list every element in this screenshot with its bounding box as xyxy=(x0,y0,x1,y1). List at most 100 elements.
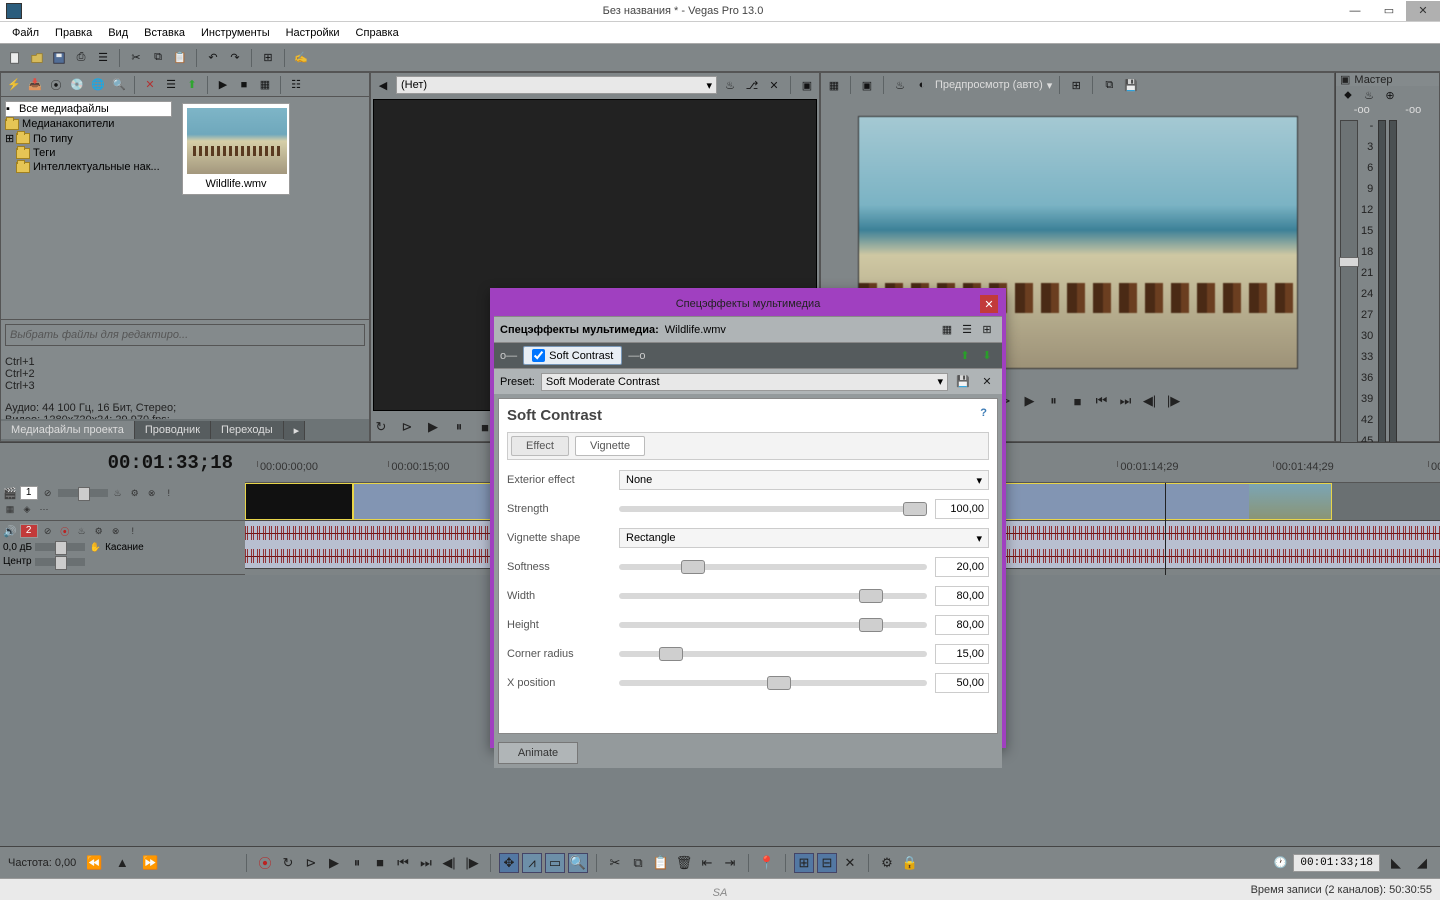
more-icon[interactable]: ⋯ xyxy=(37,502,51,516)
pm-search-icon[interactable]: 🔍 xyxy=(110,76,128,94)
rec-arm-icon[interactable]: ⦿ xyxy=(58,524,72,538)
video-track-header[interactable]: 🎬1 ⊘ ♨ ⚙ ⊗ ! ▦ ◈ ⋯ xyxy=(0,483,245,521)
delete-preset-icon[interactable]: ✕ xyxy=(978,373,996,391)
tc-left-icon[interactable]: ◣ xyxy=(1386,853,1406,873)
fx-dialog[interactable]: Спецэффекты мультимедиа ✕ Спецэффекты му… xyxy=(490,288,1006,748)
view-mode-icon[interactable]: ⊞ xyxy=(978,321,996,339)
trim-start-icon[interactable]: ⇤ xyxy=(697,853,717,873)
pv-goend-icon[interactable]: ⏭ xyxy=(1116,391,1136,411)
snap-enable-icon[interactable]: ⊞ xyxy=(794,853,814,873)
menu-insert[interactable]: Вставка xyxy=(136,25,193,41)
pv-pause-icon[interactable]: ⏸ xyxy=(1044,391,1064,411)
timeline-timecode[interactable]: 00:01:33;18 xyxy=(0,443,245,483)
plugin-chip[interactable]: Soft Contrast xyxy=(523,346,622,365)
tree-item[interactable]: Медианакопители xyxy=(5,117,172,131)
trim-split-icon[interactable]: ⎇ xyxy=(743,76,761,94)
height-value[interactable] xyxy=(935,615,989,635)
pause-button[interactable]: ⏸ xyxy=(347,853,367,873)
prev-split-icon[interactable]: ◐ xyxy=(913,76,931,94)
bypass-icon[interactable]: ⊘ xyxy=(41,524,55,538)
pm-bolt-icon[interactable]: ⚡ xyxy=(5,76,23,94)
softness-value[interactable] xyxy=(935,557,989,577)
audio-track-header[interactable]: 🔊2 ⊘ ⦿ ♨ ⚙ ⊗ ! 0,0 дБ ✋ Касание Центр xyxy=(0,521,245,575)
tab-more[interactable]: ▸ xyxy=(284,421,305,440)
snap-grid-icon[interactable]: ⊟ xyxy=(817,853,837,873)
shape-combo[interactable]: Rectangle▾ xyxy=(619,528,989,548)
pm-import-icon[interactable]: 📥 xyxy=(26,76,44,94)
pm-mode-icon[interactable]: ☷ xyxy=(287,76,305,94)
vol-slider[interactable] xyxy=(35,543,85,551)
prev-frame-button[interactable]: ◀| xyxy=(439,853,459,873)
tab-project-media[interactable]: Медиафайлы проекта xyxy=(1,421,135,439)
master-icon2[interactable]: ♨ xyxy=(1360,86,1378,104)
dialog-title-bar[interactable]: Спецэффекты мультимедиа ✕ xyxy=(494,292,1002,316)
trim-prev-icon[interactable]: ◀ xyxy=(374,76,392,94)
copy-tool-icon[interactable]: ⧉ xyxy=(628,853,648,873)
lock-env-icon[interactable]: 🔒 xyxy=(900,853,920,873)
menu-file[interactable]: Файл xyxy=(4,25,47,41)
next-frame-button[interactable]: |▶ xyxy=(462,853,482,873)
trim-playstart-icon[interactable]: ⊳ xyxy=(397,417,417,437)
auto-icon[interactable]: ⚙ xyxy=(92,524,106,538)
minimize-button[interactable]: — xyxy=(1338,1,1372,21)
tree-item[interactable]: ⊞По типу xyxy=(5,131,172,146)
cut-tool-icon[interactable]: ✂ xyxy=(605,853,625,873)
close-button[interactable]: ✕ xyxy=(1406,1,1440,21)
prev-save-icon[interactable]: 💾 xyxy=(1122,76,1140,94)
fx-icon[interactable]: ♨ xyxy=(111,486,125,500)
pv-play-icon[interactable]: ▶ xyxy=(1020,391,1040,411)
height-slider[interactable] xyxy=(619,622,927,628)
autoripple-icon[interactable]: ⚙ xyxy=(877,853,897,873)
save-preset-icon[interactable]: 💾 xyxy=(954,373,972,391)
marker-icon[interactable]: 📍 xyxy=(757,853,777,873)
track-level-slider[interactable] xyxy=(58,489,108,497)
paste-icon[interactable]: 📋 xyxy=(171,49,189,67)
trim-loop-icon[interactable]: ↻ xyxy=(371,417,391,437)
trim-pause-icon[interactable]: ⏸ xyxy=(449,417,469,437)
master-icon1[interactable]: ⬥ xyxy=(1339,86,1357,104)
tab-effect[interactable]: Effect xyxy=(511,436,569,456)
master-icon3[interactable]: ⊕ xyxy=(1381,86,1399,104)
pm-capture-icon[interactable]: ⦿ xyxy=(47,76,65,94)
motion-icon[interactable]: ◈ xyxy=(20,502,34,516)
help-icon[interactable]: ? xyxy=(980,407,987,419)
media-thumb[interactable]: Wildlife.wmv xyxy=(182,103,290,195)
compositing-icon[interactable]: ▦ xyxy=(3,502,17,516)
mute-icon[interactable]: ⊗ xyxy=(109,524,123,538)
trim-combo[interactable]: (Нет)▾ xyxy=(396,76,717,94)
pm-edit-hint[interactable]: Выбрать файлы для редактиро... xyxy=(5,324,365,346)
pv-gostart-icon[interactable]: ⏮ xyxy=(1092,391,1112,411)
stop-button[interactable]: ■ xyxy=(370,853,390,873)
menu-tools[interactable]: Инструменты xyxy=(193,25,278,41)
video-clip[interactable] xyxy=(245,483,353,520)
trim-ext-icon[interactable]: ▣ xyxy=(798,76,816,94)
prev-fx-icon[interactable]: ♨ xyxy=(891,76,909,94)
preset-combo[interactable]: Soft Moderate Contrast▾ xyxy=(541,373,948,391)
menu-view[interactable]: Вид xyxy=(100,25,136,41)
tree-all-media[interactable]: ▪Все медиафайлы xyxy=(5,101,172,117)
snap-icon[interactable]: ⊞ xyxy=(259,49,277,67)
prev-quality[interactable]: Предпросмотр (авто) xyxy=(935,79,1043,91)
solo-icon[interactable]: ! xyxy=(126,524,140,538)
add-plugin-icon[interactable]: ⬆ xyxy=(956,347,974,365)
strength-slider[interactable] xyxy=(619,506,927,512)
pm-disc-icon[interactable]: 💿 xyxy=(68,76,86,94)
trim-play-icon[interactable]: ▶ xyxy=(423,417,443,437)
strength-value[interactable] xyxy=(935,499,989,519)
fx-icon[interactable]: ♨ xyxy=(75,524,89,538)
maximize-button[interactable]: ▭ xyxy=(1372,1,1406,21)
animate-button[interactable]: Animate xyxy=(498,742,578,764)
zoom-tool-icon[interactable]: 🔍 xyxy=(568,853,588,873)
auto-icon[interactable]: ⚙ xyxy=(128,486,142,500)
touch-icon[interactable]: ✍ xyxy=(292,49,310,67)
corner-slider[interactable] xyxy=(619,651,927,657)
playhead[interactable] xyxy=(1165,483,1166,575)
menu-edit[interactable]: Правка xyxy=(47,25,100,41)
pv-stop-icon[interactable]: ■ xyxy=(1068,391,1088,411)
trim-del-icon[interactable]: ✕ xyxy=(765,76,783,94)
solo-icon[interactable]: ! xyxy=(162,486,176,500)
trim-end-icon[interactable]: ⇥ xyxy=(720,853,740,873)
width-value[interactable] xyxy=(935,586,989,606)
cut-icon[interactable]: ✂ xyxy=(127,49,145,67)
record-button[interactable]: ⦿ xyxy=(255,853,275,873)
